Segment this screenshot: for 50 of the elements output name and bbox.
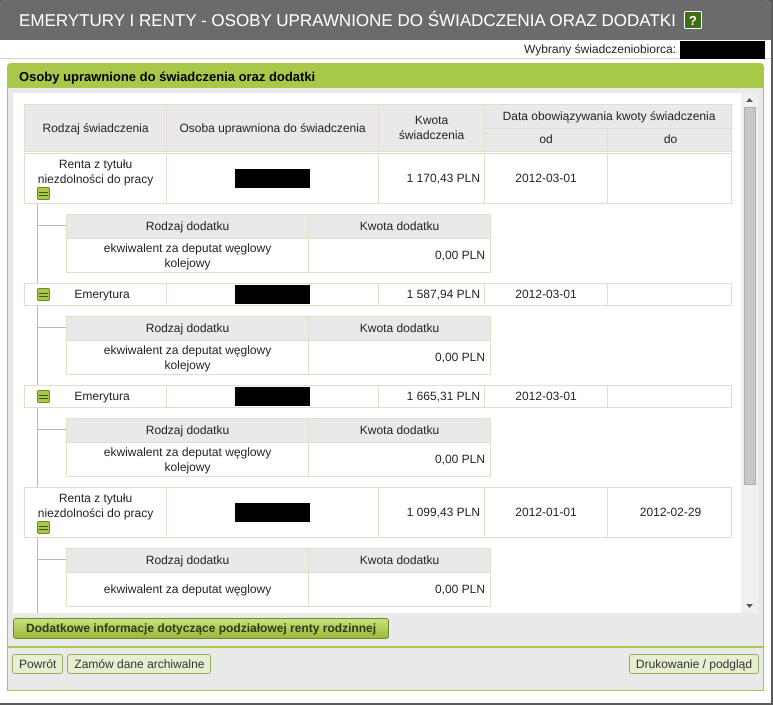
table-cell: ekwiwalent za deputat węglowy — [104, 582, 272, 597]
column-header: Rodzaj świadczenia — [42, 120, 149, 136]
help-button[interactable]: ? — [684, 11, 702, 29]
table-cell: Renta z tytułu niezdolności do pracy — [37, 491, 154, 521]
table-cell-text: ekwiwalent za deputat węglowy kolejowy — [102, 444, 272, 474]
column-header: Rodzaj dodatku — [146, 423, 230, 438]
table-cell: 2012-01-01 — [515, 505, 577, 520]
column-header: Kwota dodatku — [360, 321, 440, 336]
column-header: Rodzaj dodatku — [146, 553, 230, 568]
table-cell-text: ekwiwalent za deputat węglowy kolejowy — [102, 342, 272, 372]
table-cell: 2012-03-01 — [515, 287, 577, 302]
table-cell-text: ekwiwalent za deputat węglowy kolejowy — [102, 240, 272, 270]
additional-info-button[interactable]: Dodatkowe informacje dotyczące podziałowej renty rodzinnej — [13, 618, 390, 639]
table-cell: 2012-03-01 — [515, 389, 577, 404]
collapse-icon[interactable] — [37, 521, 50, 534]
table-cell: 2012-02-29 — [640, 505, 702, 520]
table-cell: 0,00 PLN — [434, 452, 485, 467]
footer-button[interactable]: Powrót — [12, 654, 64, 674]
table-cell: 1 099,43 PLN — [406, 505, 480, 520]
column-header: Rodzaj dodatku — [146, 219, 230, 234]
beneficiary-label: Wybrany świadczeniobiorca: — [524, 42, 676, 57]
column-header: Kwota dodatku — [360, 423, 440, 438]
table-cell: 1 587,94 PLN — [406, 287, 480, 302]
window-title: EMERYTURY I RENTY - OSOBY UPRAWNIONE DO ŚWIADCZENIA ORAZ DODATKI — [19, 12, 676, 28]
table-cell: 2012-03-01 — [515, 171, 577, 186]
table-cell: Renta z tytułu niezdolności do pracy — [37, 157, 154, 187]
column-header: Kwota dodatku — [360, 219, 440, 234]
column-header: Osoba uprawniona do świadczenia — [179, 120, 366, 136]
scroll-down-icon[interactable] — [746, 604, 753, 608]
scroll-thumb[interactable] — [744, 107, 756, 485]
collapse-icon[interactable] — [37, 187, 50, 200]
column-header: Kwota dodatku — [360, 553, 440, 568]
table-cell-text: Emerytura — [73, 287, 131, 302]
column-header: Rodzaj dodatku — [146, 321, 230, 336]
table-cell: 0,00 PLN — [434, 248, 485, 263]
scroll-up-icon[interactable] — [746, 98, 753, 102]
table-cell: 0,00 PLN — [434, 350, 485, 365]
column-header: do — [664, 132, 678, 148]
column-header: Kwota świadczenia — [398, 113, 466, 143]
column-header: od — [539, 132, 553, 148]
table-cell: 1 170,43 PLN — [406, 171, 480, 186]
column-header: Data obowiązywania kwoty świadczenia — [502, 108, 716, 124]
panel-title: Osoby uprawnione do świadczenia oraz dodatki — [19, 68, 316, 84]
footer-button[interactable]: Drukowanie / podgląd — [628, 654, 759, 674]
table-cell: 0,00 PLN — [434, 582, 485, 597]
footer-button[interactable]: Zamów dane archiwalne — [67, 654, 212, 674]
collapse-icon[interactable] — [37, 390, 50, 403]
table-cell: 1 665,31 PLN — [406, 389, 480, 404]
collapse-icon[interactable] — [37, 288, 50, 301]
table-cell-text: Emerytura — [73, 389, 131, 404]
